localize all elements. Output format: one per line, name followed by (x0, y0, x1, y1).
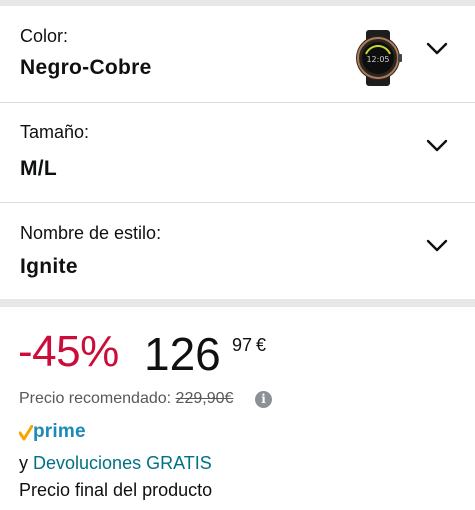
color-value: Negro-Cobre (20, 56, 152, 79)
prime-word: prime (33, 421, 86, 442)
final-price-note: Precio final del producto (19, 480, 213, 500)
size-selector[interactable]: Tamaño: M/L (0, 103, 475, 203)
rrp-label: Precio recomendado: (19, 390, 172, 407)
style-selector[interactable]: Nombre de estilo: Ignite (0, 203, 475, 299)
price-block: -45% 126 97 € Precio recomendado: 229,90… (0, 307, 475, 510)
size-label: Tamaño: (20, 122, 90, 142)
section-divider (0, 299, 475, 307)
watch-thumbnail: 12:05 (352, 30, 404, 86)
size-value: M/L (20, 157, 58, 180)
recommended-price: Precio recomendado: 229,90€ (19, 390, 233, 408)
style-label: Nombre de estilo: (20, 223, 162, 243)
prime-check-icon (19, 425, 33, 441)
price-whole: 126 (144, 328, 221, 380)
color-label: Color: (20, 26, 69, 46)
returns-line: y Devoluciones GRATIS (19, 453, 212, 474)
rrp-value: 229,90€ (175, 390, 234, 407)
svg-text:12:05: 12:05 (366, 55, 389, 64)
style-value: Ignite (20, 255, 78, 278)
price-fraction: 97 (232, 335, 253, 355)
chevron-down-icon[interactable] (426, 239, 448, 253)
chevron-down-icon[interactable] (426, 42, 448, 56)
info-icon[interactable]: i (255, 391, 272, 408)
discount-percentage: -45% (18, 327, 119, 376)
free-returns-link[interactable]: Devoluciones GRATIS (33, 453, 212, 473)
chevron-down-icon[interactable] (426, 139, 448, 153)
returns-prefix: y (19, 453, 28, 473)
color-selector[interactable]: Color: Negro-Cobre 12:05 (0, 6, 475, 103)
price-currency: € (256, 335, 267, 355)
